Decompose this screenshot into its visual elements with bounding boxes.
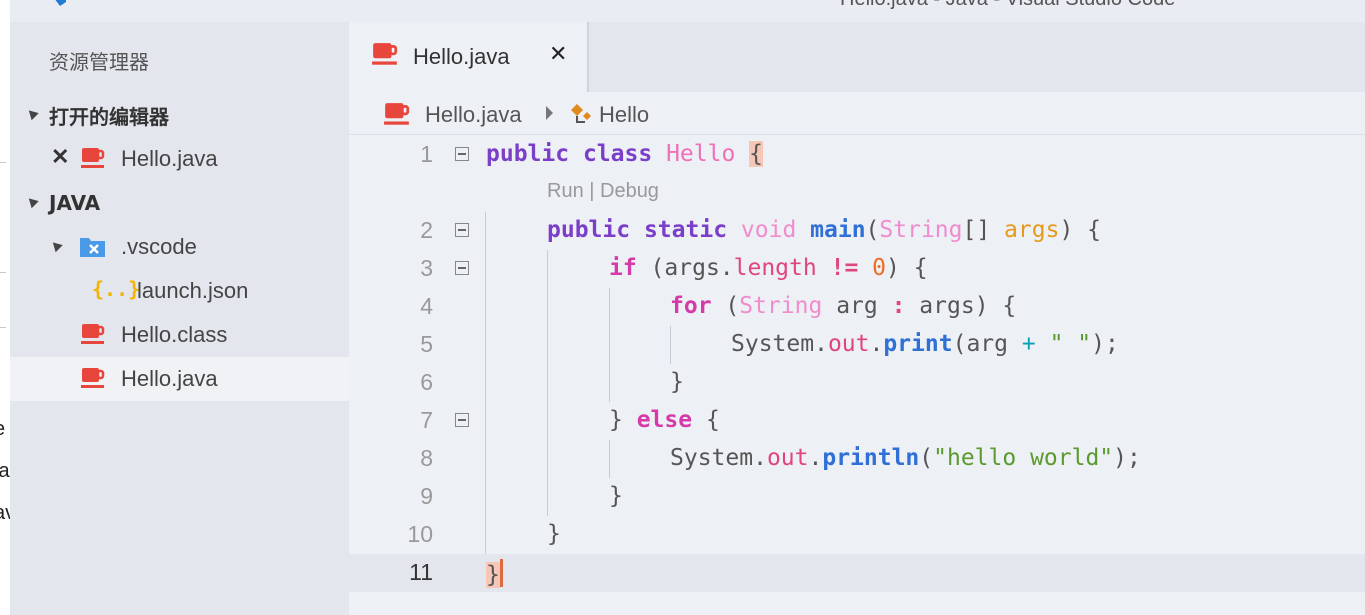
code-line[interactable]: 8 System.out.println("hello world"); [349,440,1365,478]
window-title: Hello.java - Java - Visual Studio Code [840,0,1175,11]
tab-bar: Hello.java ✕ [349,22,1365,92]
tree-item-label: .vscode [121,234,197,259]
class-symbol-icon [571,104,591,123]
code-text: } [609,483,623,509]
background-text: la [0,460,10,482]
tree-item-hello-java[interactable]: Hello.java [10,357,349,401]
fold-collapse-icon[interactable] [455,261,469,275]
breadcrumb: Hello.java Hello [349,92,1365,136]
background-text: av [0,502,10,525]
code-text: } [670,369,684,395]
line-number: 11 [409,559,433,585]
section-header: JAVA [49,191,101,215]
divider [349,134,1365,135]
divider [0,272,6,273]
code-line[interactable]: 2 public static void main(String[] args)… [349,212,1365,250]
tree-item-label: launch.json [137,278,249,303]
code-text: public class Hello { [486,141,764,167]
workspace-section[interactable]: JAVA [10,181,349,225]
collapse-triangle-icon [25,106,39,121]
line-number: 4 [420,293,433,319]
code-line[interactable]: 7 } else { [349,402,1365,440]
divider [0,327,6,328]
close-icon[interactable]: ✕ [549,42,567,67]
tree-item-vscode-folder[interactable]: .vscode [10,225,349,269]
section-header: 打开的编辑器 [49,104,169,129]
background-window: e la av [0,0,10,615]
code-line[interactable]: 5 System.out.print(arg + " "); [349,326,1365,364]
divider [0,162,6,163]
code-text: if (args.length != 0) { [609,255,928,281]
code-line-current[interactable]: 11 } [349,554,1365,592]
close-icon[interactable]: ✕ [51,144,69,170]
code-text: } else { [609,407,720,433]
java-cup-icon [81,148,105,168]
tree-item-label: Hello.class [121,322,228,347]
open-editors-section[interactable]: 打开的编辑器 [10,93,349,137]
java-cup-icon [81,324,105,344]
open-editor-item[interactable]: ✕ Hello.java [10,137,349,181]
code-line[interactable]: 1 public class Hello { [349,136,1365,174]
tab-hello-java[interactable]: Hello.java ✕ [349,22,589,92]
java-cup-icon [384,103,410,125]
code-line[interactable]: 9 } [349,478,1365,516]
explorer-sidebar: 资源管理器 打开的编辑器 ✕ Hello.java JAVA .vscode {… [10,22,349,615]
line-number: 9 [420,483,433,509]
tree-item-launch-json[interactable]: {..} launch.json [10,269,349,313]
line-number: 1 [420,141,433,167]
codelens-run-debug[interactable]: Run | Debug [547,180,659,203]
breadcrumb-file[interactable]: Hello.java [425,102,522,128]
fold-collapse-icon[interactable] [455,223,469,237]
code-text: for (String arg : args) { [670,293,1017,319]
line-number: 3 [420,255,433,281]
open-editor-label: Hello.java [121,146,218,171]
line-number: 7 [420,407,433,433]
code-line[interactable]: 10 } [349,516,1365,554]
fold-collapse-icon[interactable] [455,413,469,427]
java-cup-icon [81,368,105,388]
line-number: 2 [420,217,433,243]
json-braces-icon: {..} [92,277,141,301]
breadcrumb-symbol[interactable]: Hello [599,102,649,128]
code-editor[interactable]: Hello.java Hello Run | Debug 1 public cl… [349,92,1365,615]
code-text: } [547,521,561,547]
vscode-logo-icon [55,0,66,6]
tree-item-hello-class[interactable]: Hello.class [10,313,349,357]
code-text: } [486,559,503,588]
line-number: 10 [407,521,433,547]
tab-label: Hello.java [413,44,510,69]
tree-item-label: Hello.java [121,366,218,391]
chevron-right-icon [546,106,553,120]
code-line[interactable]: 3 if (args.length != 0) { [349,250,1365,288]
sidebar-title: 资源管理器 [49,50,149,74]
title-bar: Hello.java - Java - Visual Studio Code [10,0,1365,22]
line-number: 5 [420,331,433,357]
fold-collapse-icon[interactable] [455,147,469,161]
code-line[interactable]: 6 } [349,364,1365,402]
code-text: System.out.print(arg + " "); [731,331,1119,357]
vscode-folder-icon [80,238,105,257]
java-cup-icon [372,43,398,65]
line-number: 8 [420,445,433,471]
code-text: System.out.println("hello world"); [670,445,1141,471]
line-number: 6 [420,369,433,395]
code-line[interactable]: 4 for (String arg : args) { [349,288,1365,326]
collapse-triangle-icon [49,238,63,253]
code-text: public static void main(String[] args) { [547,217,1101,243]
collapse-triangle-icon [25,194,39,209]
text-cursor [499,559,503,587]
background-text: e [0,418,5,441]
